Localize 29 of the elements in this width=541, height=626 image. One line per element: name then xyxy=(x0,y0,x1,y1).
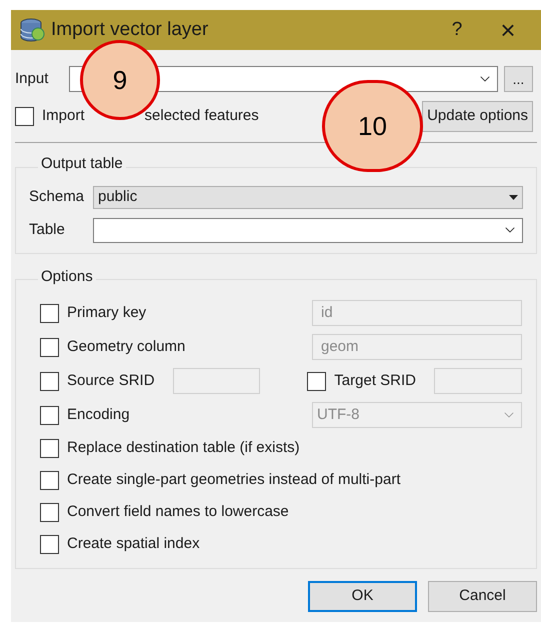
text-field[interactable] xyxy=(434,368,522,394)
table-label: Table xyxy=(29,220,66,240)
close-button[interactable]: × xyxy=(483,17,533,43)
database-icon xyxy=(19,17,45,43)
schema-label: Schema xyxy=(29,186,86,207)
browse-button[interactable]: ... xyxy=(504,66,533,92)
checkbox[interactable] xyxy=(15,107,34,126)
help-button[interactable]: ? xyxy=(437,16,477,44)
checkbox[interactable] xyxy=(40,470,59,490)
option-label: Encoding xyxy=(67,404,130,425)
dropdown-arrow-icon xyxy=(509,194,518,200)
checkbox[interactable] xyxy=(40,534,59,554)
option-label: Convert field names to lowercase xyxy=(67,502,289,522)
dialog-button[interactable]: OK xyxy=(308,581,417,612)
dialog-button[interactable]: Cancel xyxy=(428,581,537,612)
option-label: Replace destination table (if exists) xyxy=(67,438,300,458)
update-options-button[interactable]: Update options xyxy=(422,101,533,132)
option-label: Source SRID xyxy=(67,370,155,391)
checkbox[interactable] xyxy=(40,502,59,522)
option-label: Geometry column xyxy=(67,336,186,357)
input-label: Input xyxy=(15,68,50,89)
option-label: Target SRID xyxy=(334,370,416,391)
window-title: Import vector layer xyxy=(51,18,210,42)
option-label: Primary key xyxy=(67,302,146,323)
option-label: Create spatial index xyxy=(67,534,200,554)
table-dropdown[interactable] xyxy=(93,218,523,242)
checkbox[interactable] xyxy=(40,438,59,458)
schema-dropdown[interactable]: public xyxy=(93,186,523,208)
option-label: Create single-part geometries instead of multi-part xyxy=(67,470,400,490)
